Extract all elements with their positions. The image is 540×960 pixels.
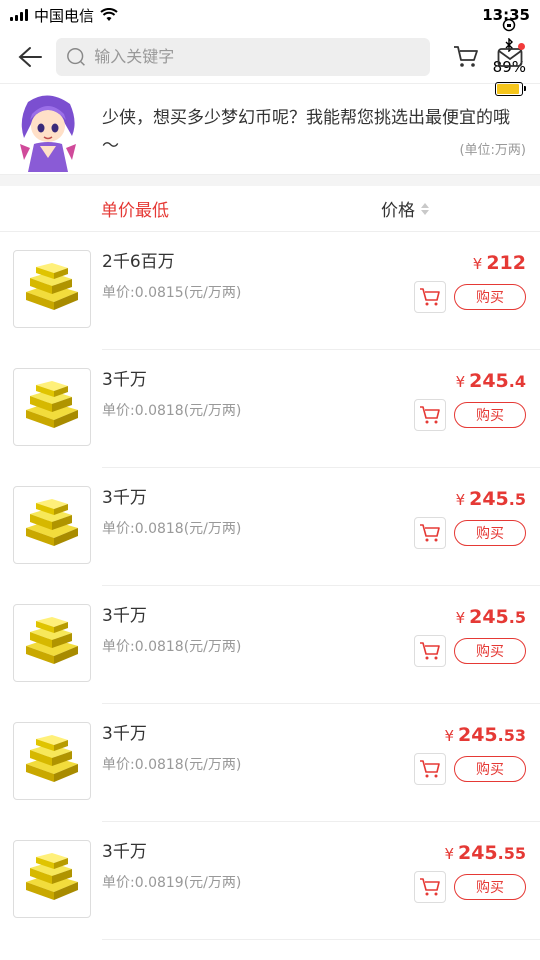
add-to-cart-button[interactable] — [414, 517, 446, 549]
product-thumbnail — [13, 722, 91, 800]
cart-icon — [454, 45, 478, 67]
cart-icon — [420, 406, 440, 424]
item-price: ¥245.5 — [456, 486, 526, 513]
banner-message: 少侠，想买多少梦幻币呢？我能帮您挑选出最便宜的哦～ — [102, 108, 510, 156]
currency-symbol: ¥ — [472, 255, 483, 273]
price-integer: 245 — [469, 606, 509, 628]
price-integer: 245 — [469, 370, 509, 392]
currency-symbol: ¥ — [455, 491, 466, 509]
wifi-icon — [100, 8, 118, 21]
buy-button[interactable]: 购买 — [454, 520, 526, 546]
sort-bar: 单价最低 价格 — [0, 186, 540, 232]
list-item[interactable]: 2千6百万 单价:0.0815(元/万两) ¥212 购买 — [0, 232, 540, 350]
currency-symbol: ¥ — [455, 609, 466, 627]
price-integer: 245 — [457, 842, 498, 864]
item-price: ¥245.4 — [456, 368, 526, 395]
gold-bars-icon — [26, 853, 78, 900]
item-actions: ¥245.53 购买 — [414, 722, 526, 785]
add-to-cart-button[interactable] — [414, 871, 446, 903]
search-input[interactable] — [94, 47, 420, 66]
message-button[interactable] — [488, 37, 532, 77]
status-bar: 中国电信 13:35 89% — [0, 0, 540, 96]
helper-banner: 少侠，想买多少梦幻币呢？我能帮您挑选出最便宜的哦～ (单位:万两) — [0, 84, 540, 174]
unit-note: (单位:万两) — [459, 143, 526, 158]
list-item[interactable]: 3千万 单价:0.0819(元/万两) ¥245.55 购买 — [0, 822, 540, 940]
buy-button[interactable]: 购买 — [454, 874, 526, 900]
price-decimal: .5 — [508, 608, 526, 627]
cart-icon — [420, 642, 440, 660]
buy-button[interactable]: 购买 — [454, 638, 526, 664]
product-list: 2千6百万 单价:0.0815(元/万两) ¥212 购买 3千万 单价:0.0… — [0, 232, 540, 940]
section-divider — [0, 174, 540, 186]
top-bar — [0, 30, 540, 84]
list-item[interactable]: 3千万 单价:0.0818(元/万两) ¥245.5 购买 — [0, 586, 540, 704]
product-thumbnail — [13, 486, 91, 564]
item-price: ¥245.5 — [456, 604, 526, 631]
item-actions: ¥245.4 购买 — [414, 368, 526, 431]
product-thumbnail — [13, 368, 91, 446]
gold-bars-icon — [26, 617, 78, 664]
buy-button[interactable]: 购买 — [454, 284, 526, 310]
item-actions: ¥212 购买 — [414, 250, 526, 313]
product-thumbnail — [13, 250, 91, 328]
list-item[interactable]: 3千万 单价:0.0818(元/万两) ¥245.53 购买 — [0, 704, 540, 822]
price-integer: 245 — [457, 724, 498, 746]
status-left: 中国电信 — [10, 5, 118, 26]
currency-symbol: ¥ — [444, 845, 454, 863]
search-icon — [67, 47, 85, 66]
item-price: ¥245.53 — [444, 722, 526, 749]
add-to-cart-button[interactable] — [414, 399, 446, 431]
price-decimal: .4 — [508, 372, 526, 391]
sort-lowest-unit-price[interactable]: 单价最低 — [0, 186, 270, 231]
orientation-lock-icon — [503, 18, 516, 32]
cart-icon — [420, 878, 440, 896]
item-buttons: 购买 — [414, 871, 526, 903]
item-buttons: 购买 — [414, 635, 526, 667]
arrow-left-icon — [18, 46, 42, 67]
price-decimal: .53 — [497, 726, 526, 745]
item-actions: ¥245.5 购买 — [414, 486, 526, 549]
list-item[interactable]: 3千万 单价:0.0818(元/万两) ¥245.4 购买 — [0, 350, 540, 468]
product-thumbnail — [13, 840, 91, 918]
price-integer: 212 — [486, 252, 526, 274]
search-box[interactable] — [56, 37, 430, 76]
sort-arrows-icon — [421, 202, 429, 215]
sort-price[interactable]: 价格 — [270, 186, 540, 231]
back-button[interactable] — [10, 37, 50, 77]
item-actions: ¥245.55 购买 — [414, 840, 526, 903]
mascot-avatar — [20, 95, 76, 172]
price-integer: 245 — [469, 488, 509, 510]
list-item[interactable]: 3千万 单价:0.0818(元/万两) ¥245.5 购买 — [0, 468, 540, 586]
signal-icon — [10, 9, 28, 21]
cart-button[interactable] — [444, 37, 488, 77]
price-decimal: .55 — [497, 844, 526, 863]
add-to-cart-button[interactable] — [414, 281, 446, 313]
cart-icon — [420, 760, 440, 778]
item-buttons: 购买 — [414, 517, 526, 549]
price-decimal: .5 — [508, 490, 526, 509]
buy-button[interactable]: 购买 — [454, 756, 526, 782]
add-to-cart-button[interactable] — [414, 635, 446, 667]
carrier-label: 中国电信 — [34, 6, 95, 25]
buy-button[interactable]: 购买 — [454, 402, 526, 428]
gold-bars-icon — [26, 499, 78, 546]
item-actions: ¥245.5 购买 — [414, 604, 526, 667]
item-buttons: 购买 — [414, 753, 526, 785]
sort-lowest-label: 单价最低 — [101, 201, 169, 221]
gold-bars-icon — [26, 735, 78, 782]
item-buttons: 购买 — [414, 399, 526, 431]
cart-icon — [420, 288, 440, 306]
item-price: ¥245.55 — [444, 840, 526, 867]
gold-bars-icon — [26, 263, 78, 310]
sort-price-label: 价格 — [381, 201, 415, 221]
currency-symbol: ¥ — [455, 373, 466, 391]
item-price: ¥212 — [473, 250, 526, 277]
cart-icon — [420, 524, 440, 542]
product-thumbnail — [13, 604, 91, 682]
notification-dot — [518, 42, 525, 50]
gold-bars-icon — [26, 381, 78, 428]
add-to-cart-button[interactable] — [414, 753, 446, 785]
currency-symbol: ¥ — [444, 727, 454, 745]
item-buttons: 购买 — [414, 281, 526, 313]
